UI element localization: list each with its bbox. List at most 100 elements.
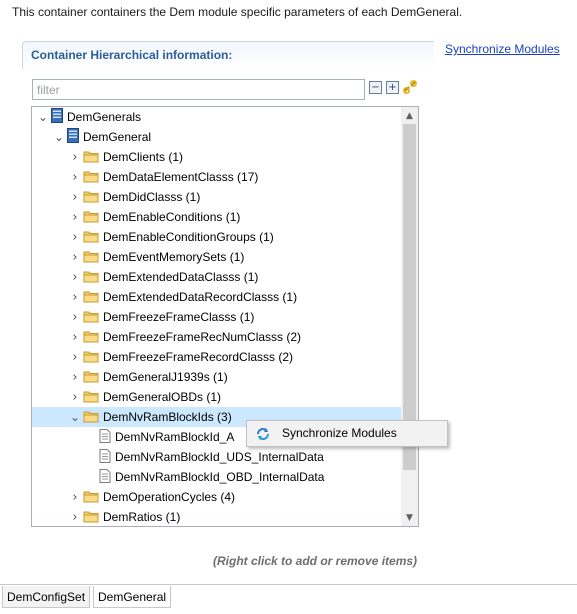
- tree-content: ⌄ DemGenerals ⌄ DemGeneral › DemClients (1) › D…: [32, 107, 402, 526]
- module-icon: [51, 108, 63, 126]
- tree-item[interactable]: › DemDidClasss (1): [32, 187, 402, 207]
- tree-item-label: DemNvRamBlockId_A: [115, 430, 235, 444]
- tree-item[interactable]: › DemFreezeFrameRecordClasss (2): [32, 347, 402, 367]
- tree-item-label: DemGeneralOBDs (1): [103, 390, 222, 404]
- scroll-up-arrow-icon[interactable]: ▲: [401, 107, 418, 124]
- chevron-down-icon[interactable]: ⌄: [37, 110, 49, 124]
- folder-icon: [83, 309, 99, 326]
- document-icon: [99, 468, 111, 486]
- collapse-all-icon[interactable]: −: [369, 81, 382, 94]
- folder-icon: [83, 189, 99, 206]
- chevron-right-icon[interactable]: ›: [69, 310, 81, 325]
- folder-icon: [83, 409, 99, 426]
- folder-icon: [83, 209, 99, 226]
- tree-item[interactable]: › DemEnableConditionGroups (1): [32, 227, 402, 247]
- container-description: This container containers the Dem module…: [12, 5, 463, 19]
- tree-item-label: DemDataElementClasss (17): [103, 170, 259, 184]
- folder-icon: [83, 149, 99, 166]
- chevron-down-icon[interactable]: ⌄: [69, 410, 81, 424]
- folder-icon: [83, 169, 99, 186]
- tree-item[interactable]: › DemEnableConditions (1): [32, 207, 402, 227]
- tree-item-label: DemEventMemorySets (1): [103, 250, 245, 264]
- scrollbar-thumb[interactable]: [403, 124, 416, 470]
- chevron-right-icon[interactable]: ›: [69, 250, 81, 265]
- chevron-right-icon[interactable]: ›: [69, 170, 81, 185]
- chevron-down-icon[interactable]: ⌄: [53, 130, 65, 144]
- tree-item[interactable]: › DemExtendedDataClasss (1): [32, 267, 402, 287]
- tree-item-label: DemRatios (1): [103, 510, 181, 524]
- tree-item-label: DemExtendedDataRecordClasss (1): [103, 290, 298, 304]
- tab-demgeneral[interactable]: DemGeneral: [93, 586, 172, 608]
- folder-icon: [83, 249, 99, 266]
- folder-icon: [83, 349, 99, 366]
- tree-item-label: DemNvRamBlockId_OBD_InternalData: [115, 470, 325, 484]
- chevron-right-icon[interactable]: ›: [69, 210, 81, 225]
- tree-item[interactable]: › DemFreezeFrameRecNumClasss (2): [32, 327, 402, 347]
- tree-item-label: DemFreezeFrameRecNumClasss (2): [103, 330, 302, 344]
- tree-item-label: DemGenerals: [67, 110, 142, 124]
- tree-item-label: DemClients (1): [103, 150, 184, 164]
- container-tree[interactable]: ⌄ DemGenerals ⌄ DemGeneral › DemClients (1) › D…: [31, 106, 419, 527]
- folder-icon: [83, 229, 99, 246]
- tree-leaf-item[interactable]: DemNvRamBlockId_OBD_InternalData: [32, 467, 402, 487]
- tree-item-label: DemEnableConditionGroups (1): [103, 230, 274, 244]
- tree-item[interactable]: › DemEventMemorySets (1): [32, 247, 402, 267]
- chevron-right-icon[interactable]: ›: [69, 230, 81, 245]
- tree-item-label: DemDidClasss (1): [103, 190, 201, 204]
- folder-icon: [83, 269, 99, 286]
- synchronize-modules-link[interactable]: Synchronize Modules: [445, 42, 560, 56]
- tree-item[interactable]: › DemClients (1): [32, 147, 402, 167]
- tree-item[interactable]: › DemFreezeFrameClasss (1): [32, 307, 402, 327]
- chevron-right-icon[interactable]: ›: [69, 510, 81, 525]
- folder-icon: [83, 489, 99, 506]
- chevron-right-icon[interactable]: ›: [69, 390, 81, 405]
- right-click-hint: (Right click to add or remove items): [213, 554, 418, 568]
- tree-item[interactable]: ⌄ DemGeneral: [32, 127, 402, 147]
- scroll-down-arrow-icon[interactable]: ▼: [401, 509, 418, 526]
- folder-icon: [83, 329, 99, 346]
- folder-icon: [83, 509, 99, 526]
- expand-all-icon[interactable]: +: [386, 81, 399, 94]
- section-header: Container Hierarchical information:: [22, 41, 434, 69]
- editor-tabs: DemConfigSet DemGeneral: [0, 584, 577, 614]
- chevron-right-icon[interactable]: ›: [69, 270, 81, 285]
- tree-item[interactable]: › DemOperationCycles (4): [32, 487, 402, 507]
- section-title: Container Hierarchical information:: [31, 48, 233, 62]
- module-icon: [67, 128, 79, 146]
- tree-item-label: DemOperationCycles (4): [103, 490, 236, 504]
- context-menu-item-synchronize[interactable]: Synchronize Modules: [249, 423, 445, 444]
- chevron-right-icon[interactable]: ›: [69, 490, 81, 505]
- tree-item[interactable]: › DemGeneralJ1939s (1): [32, 367, 402, 387]
- tree-item[interactable]: ⌄ DemGenerals: [32, 107, 402, 127]
- tree-item-label: DemGeneral: [83, 130, 152, 144]
- tree-item-label: DemExtendedDataClasss (1): [103, 270, 259, 284]
- chevron-right-icon[interactable]: ›: [69, 290, 81, 305]
- tree-item[interactable]: › DemExtendedDataRecordClasss (1): [32, 287, 402, 307]
- tree-scrollbar[interactable]: ▲ ▼: [401, 107, 418, 526]
- tree-item[interactable]: › DemDataElementClasss (17): [32, 167, 402, 187]
- folder-icon: [83, 289, 99, 306]
- document-icon: [99, 428, 111, 446]
- context-menu: Synchronize Modules: [246, 420, 448, 447]
- chevron-right-icon[interactable]: ›: [69, 370, 81, 385]
- tree-item-label: DemNvRamBlockIds (3): [103, 410, 232, 424]
- chevron-right-icon[interactable]: ›: [69, 350, 81, 365]
- tab-demconfigset[interactable]: DemConfigSet: [2, 586, 91, 608]
- chevron-right-icon[interactable]: ›: [69, 150, 81, 165]
- document-icon: [99, 448, 111, 466]
- chevron-right-icon[interactable]: ›: [69, 190, 81, 205]
- tree-item-label: DemFreezeFrameClasss (1): [103, 310, 255, 324]
- tree-item[interactable]: › DemRatios (1): [32, 507, 402, 526]
- filter-input[interactable]: [32, 79, 365, 100]
- context-menu-label: Synchronize Modules: [282, 426, 397, 440]
- link-with-editor-icon[interactable]: [402, 79, 418, 95]
- tree-item-label: DemEnableConditions (1): [103, 210, 241, 224]
- tree-leaf-item[interactable]: DemNvRamBlockId_UDS_InternalData: [32, 447, 402, 467]
- tree-item-label: DemGeneralJ1939s (1): [103, 370, 228, 384]
- tree-item[interactable]: › DemGeneralOBDs (1): [32, 387, 402, 407]
- chevron-right-icon[interactable]: ›: [69, 330, 81, 345]
- folder-icon: [83, 389, 99, 406]
